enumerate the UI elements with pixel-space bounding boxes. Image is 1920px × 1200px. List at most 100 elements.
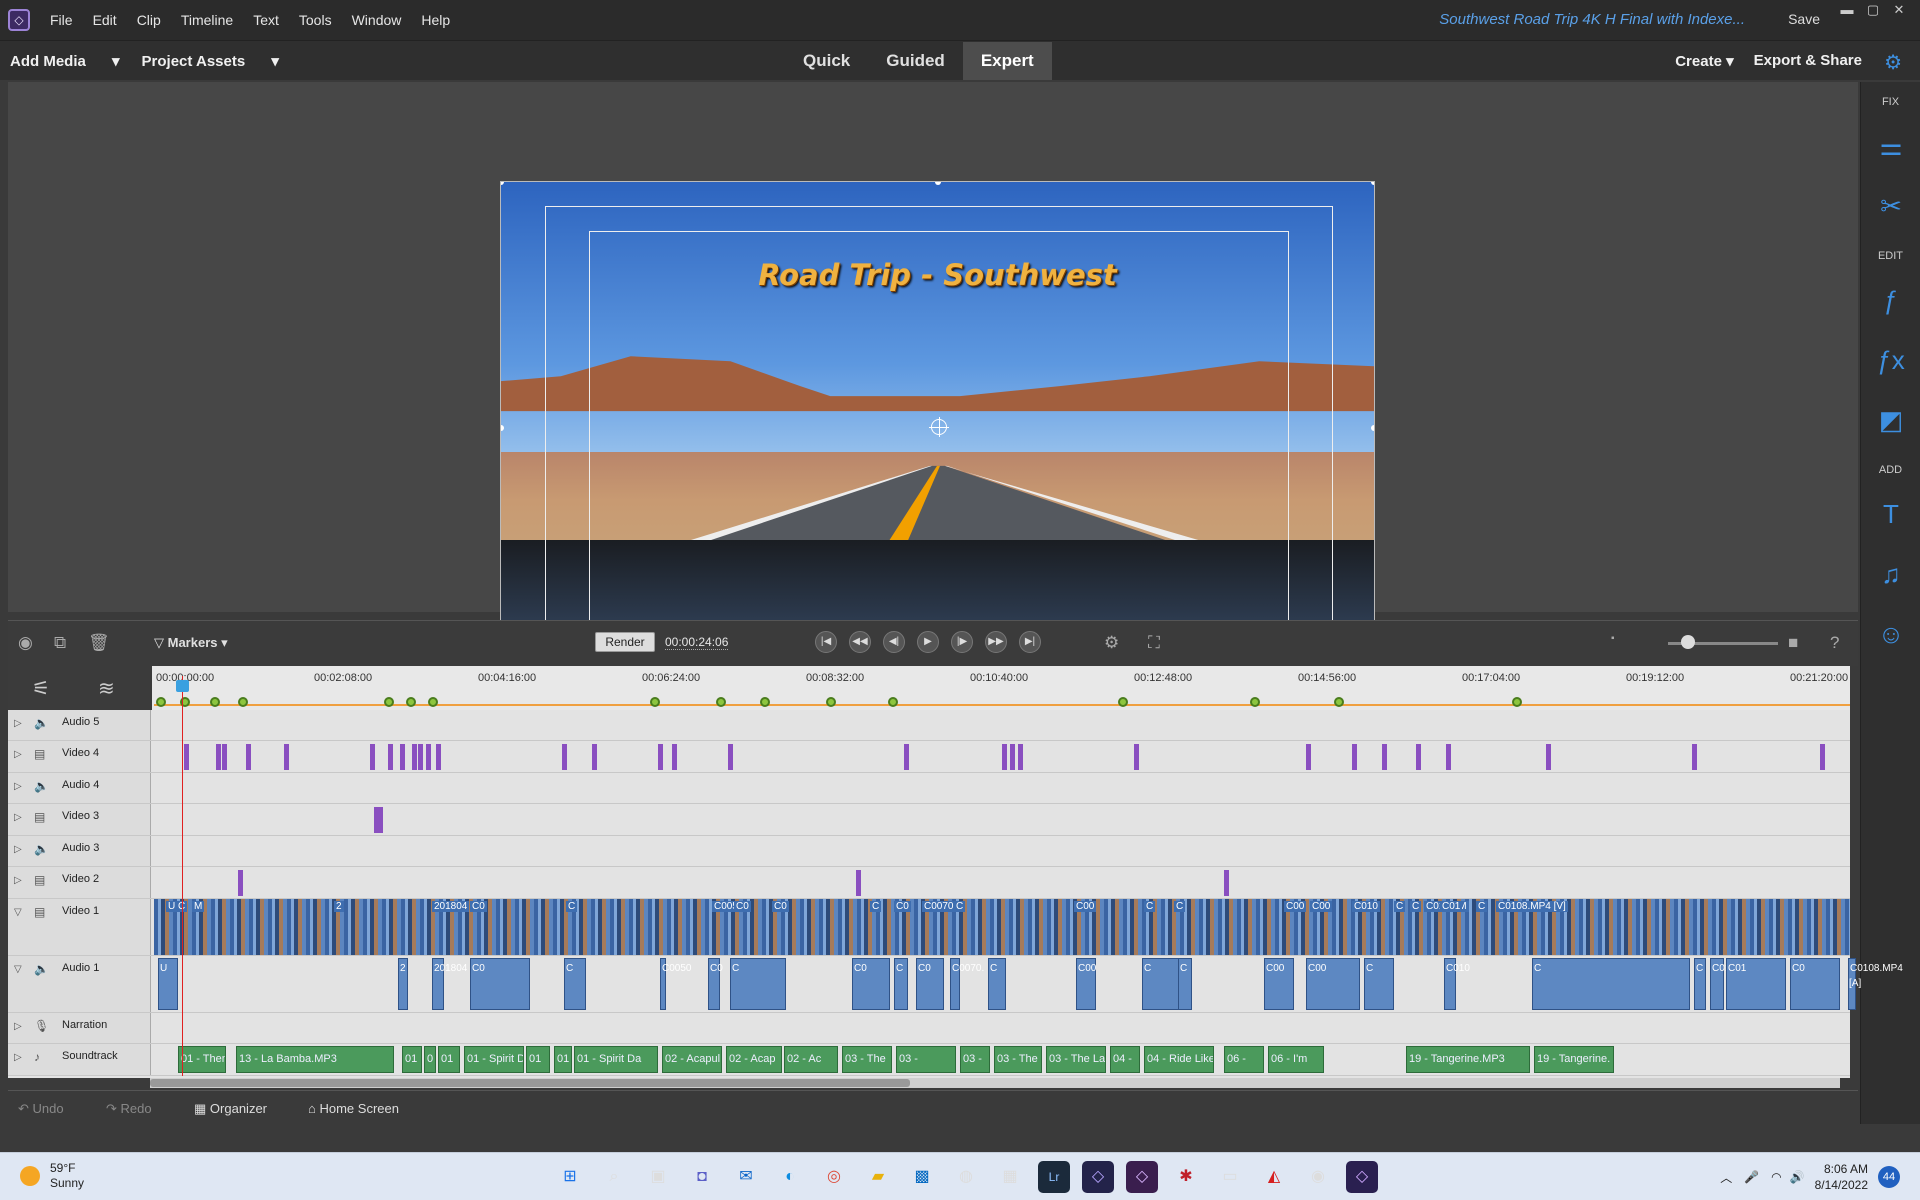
edge-icon[interactable]: ◐ <box>774 1161 806 1193</box>
video-clip[interactable] <box>418 744 423 770</box>
play-icon[interactable]: ▶ <box>917 631 939 653</box>
soundtrack-clip[interactable]: 04 - Ride Like Th <box>1144 1046 1214 1073</box>
soundtrack-clip[interactable]: 01 - Them <box>178 1046 226 1073</box>
soundtrack-clip[interactable]: 03 - <box>896 1046 956 1073</box>
timeline-marker[interactable] <box>1250 697 1260 707</box>
maximize-icon[interactable]: ▢ <box>1860 0 1886 22</box>
timeline-marker[interactable] <box>1118 697 1128 707</box>
resize-handle[interactable] <box>1371 425 1374 431</box>
time-ruler[interactable]: ⚟ ≋ 00:00:00:00 00:02:08:00 00:04:16:00 … <box>8 666 1850 710</box>
soundtrack-clip[interactable]: 06 - <box>1224 1046 1264 1073</box>
menu-text[interactable]: Text <box>243 12 289 28</box>
soundtrack-clip[interactable]: 01 - Spirit Da <box>574 1046 658 1073</box>
video-clip[interactable] <box>1820 744 1825 770</box>
audio-clip[interactable]: C <box>730 958 786 1010</box>
audio-waveform-icon[interactable]: ≋ <box>98 676 115 701</box>
video-clip[interactable] <box>592 744 597 770</box>
audio-clip[interactable]: C0105.M <box>1710 958 1753 1010</box>
speaker-icon[interactable]: 🔈 <box>34 962 49 976</box>
timeline-marker[interactable] <box>406 697 416 707</box>
timeline-scrollbar[interactable] <box>150 1078 1840 1088</box>
film-icon[interactable]: ▤ <box>34 747 45 761</box>
title-overlay[interactable]: Road Trip - Southwest <box>501 258 1374 292</box>
collapse-arrow-icon[interactable]: ▽ <box>14 907 22 918</box>
audio-clip[interactable]: C <box>1364 958 1394 1010</box>
expand-arrow-icon[interactable]: ▷ <box>14 1052 22 1063</box>
music-icon[interactable]: ♫ <box>1861 544 1920 604</box>
markers-button[interactable]: ▽ Markers ▾ <box>154 635 228 651</box>
video-clip[interactable] <box>284 744 289 770</box>
video-clip[interactable] <box>728 744 733 770</box>
video-clip[interactable] <box>856 870 861 896</box>
acrobat-icon[interactable]: ◭ <box>1258 1161 1290 1193</box>
audio-clip[interactable]: C00 <box>1306 958 1360 1010</box>
video-clip[interactable] <box>400 744 405 770</box>
video-clip[interactable] <box>1382 744 1387 770</box>
soundtrack-clip[interactable]: 03 - The <box>994 1046 1042 1073</box>
timeline-marker[interactable] <box>888 697 898 707</box>
trash-icon[interactable]: 🗑 <box>88 633 110 653</box>
audio-clip[interactable]: C0 <box>470 958 530 1010</box>
chrome-icon[interactable]: ◎ <box>818 1161 850 1193</box>
store-icon[interactable]: ▩ <box>906 1161 938 1193</box>
export-share-button[interactable]: Export & Share <box>1754 52 1862 70</box>
volume-icon[interactable]: 🔊 <box>1790 1170 1805 1184</box>
video-preview[interactable]: Road Trip - Southwest <box>500 181 1375 673</box>
audio-clip[interactable]: C <box>1532 958 1690 1010</box>
video-clip[interactable] <box>1224 870 1229 896</box>
transitions-icon[interactable]: ◩ <box>1861 390 1920 450</box>
camera-icon[interactable]: ◉ <box>18 633 33 653</box>
track-settings-icon[interactable]: ⚟ <box>32 676 50 701</box>
expand-arrow-icon[interactable]: ▷ <box>14 812 22 823</box>
notification-badge[interactable]: 44 <box>1878 1166 1900 1188</box>
film-icon[interactable]: ▤ <box>34 905 45 919</box>
timeline-marker[interactable] <box>826 697 836 707</box>
video-clip[interactable] <box>1352 744 1357 770</box>
graphics-smiley-icon[interactable]: ☺ <box>1861 604 1920 664</box>
audio-clip[interactable]: U <box>158 958 178 1010</box>
menu-edit[interactable]: Edit <box>83 12 127 28</box>
video-clip[interactable] <box>388 744 393 770</box>
organizer-button[interactable]: ▦ Organizer <box>194 1101 267 1117</box>
menu-window[interactable]: Window <box>342 12 412 28</box>
speaker-icon[interactable]: 🔈 <box>34 779 49 793</box>
audio-clip[interactable]: C0 <box>916 958 944 1010</box>
audio-clip[interactable]: C <box>1694 958 1706 1010</box>
video-clip[interactable] <box>1002 744 1007 770</box>
teams-chat-icon[interactable]: ◘ <box>686 1161 718 1193</box>
audio-clip[interactable]: C01 <box>1726 958 1786 1010</box>
video-clip[interactable] <box>238 870 243 896</box>
file-explorer-icon[interactable]: ▰ <box>862 1161 894 1193</box>
add-media-button[interactable]: Add Media ▾ <box>10 52 120 70</box>
app-red-icon[interactable]: ✱ <box>1170 1161 1202 1193</box>
video-clip[interactable] <box>184 744 189 770</box>
audio-clip[interactable]: C0050 <box>660 958 691 1010</box>
outlook-icon[interactable]: ✉ <box>730 1161 762 1193</box>
timeline-marker[interactable] <box>716 697 726 707</box>
go-to-start-icon[interactable]: |◀ <box>815 631 837 653</box>
wifi-icon[interactable]: ◠ <box>1771 1170 1781 1184</box>
expand-arrow-icon[interactable]: ▷ <box>14 781 22 792</box>
soundtrack-clip[interactable]: 02 - Ac <box>784 1046 838 1073</box>
applied-effects-icon[interactable]: ƒ <box>1861 270 1920 330</box>
menu-clip[interactable]: Clip <box>127 12 171 28</box>
timeline-marker[interactable] <box>238 697 248 707</box>
video-clip[interactable] <box>370 744 375 770</box>
start-icon[interactable]: ⊞ <box>554 1161 586 1193</box>
render-button[interactable]: Render <box>595 632 655 652</box>
video-clip[interactable] <box>672 744 677 770</box>
video-clip[interactable] <box>1134 744 1139 770</box>
collapse-arrow-icon[interactable]: ▽ <box>14 964 22 975</box>
soundtrack-clip[interactable]: 01 <box>554 1046 572 1073</box>
calculator-icon[interactable]: ▦ <box>994 1161 1026 1193</box>
audio-clip[interactable]: C0108.MP4 [A] <box>1848 958 1903 1010</box>
go-to-end-icon[interactable]: ▶| <box>1019 631 1041 653</box>
clock[interactable]: 8:06 AM 8/14/2022 <box>1815 1161 1868 1193</box>
audio-clip[interactable]: C <box>988 958 1006 1010</box>
video-clip[interactable] <box>1010 744 1015 770</box>
render-settings-icon[interactable]: ⚙ <box>1104 633 1119 653</box>
resize-handle[interactable] <box>1371 182 1374 185</box>
home-screen-button[interactable]: ⌂ Home Screen <box>308 1101 399 1116</box>
playhead-handle[interactable] <box>176 680 189 692</box>
video-clip[interactable] <box>1692 744 1697 770</box>
